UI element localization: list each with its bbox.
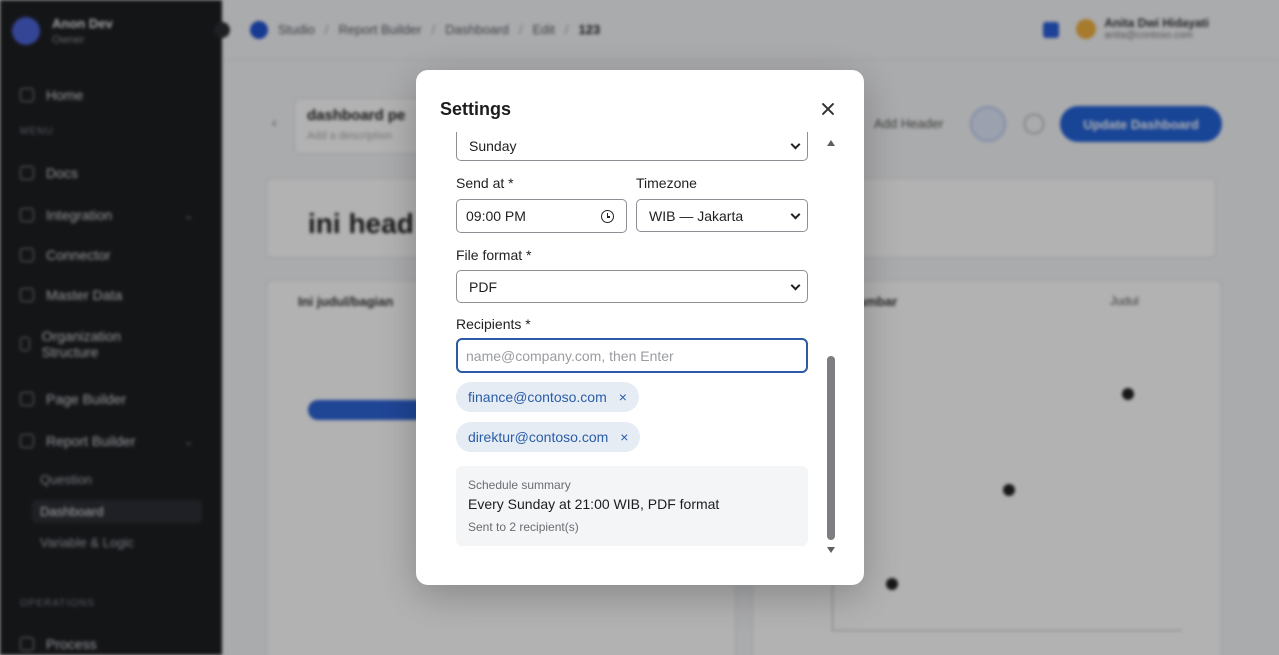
send-at-label: Send at * [456, 175, 514, 191]
remove-recipient-icon[interactable]: × [620, 429, 628, 445]
send-time-input[interactable]: 09:00 PM [456, 199, 627, 233]
file-format-label: File format * [456, 247, 532, 263]
scroll-up-icon[interactable] [827, 140, 835, 146]
file-format-select[interactable]: PDF [456, 270, 808, 303]
clock-icon[interactable] [601, 210, 614, 223]
recipient-chip-email: finance@contoso.com [468, 389, 607, 405]
chevron-down-icon [790, 209, 801, 220]
modal-title: Settings [440, 99, 512, 119]
schedule-summary-recipients: Sent to 2 recipient(s) [468, 520, 579, 534]
send-time-value: 09:00 PM [466, 208, 526, 224]
scrollbar-thumb[interactable] [827, 356, 835, 540]
scroll-down-icon[interactable] [827, 547, 835, 553]
timezone-select[interactable]: WIB — Jakarta [636, 199, 808, 232]
file-format-value: PDF [469, 278, 497, 295]
chevron-down-icon [790, 139, 801, 150]
remove-recipient-icon[interactable]: × [619, 389, 627, 405]
timezone-value: WIB — Jakarta [649, 207, 744, 224]
recipients-label: Recipients * [456, 316, 531, 332]
chevron-down-icon [790, 280, 801, 291]
day-select[interactable]: Sunday [456, 132, 808, 161]
modal-scrollbar[interactable] [824, 136, 838, 556]
recipient-chip: finance@contoso.com × [456, 382, 639, 412]
recipient-chip: direktur@contoso.com × [456, 422, 641, 452]
modal-body: Sunday Send at * 09:00 PM Timezone WIB —… [416, 132, 840, 560]
schedule-summary-label: Schedule summary [468, 478, 571, 492]
schedule-summary-text: Every Sunday at 21:00 WIB, PDF format [468, 496, 720, 512]
settings-modal: Settings Sunday Send at * 09:00 PM Timez… [416, 70, 864, 585]
close-icon[interactable] [818, 99, 838, 119]
recipient-email-input[interactable]: name@company.com, then Enter [456, 338, 808, 373]
recipient-chip-email: direktur@contoso.com [468, 429, 609, 445]
timezone-label: Timezone [636, 175, 697, 191]
day-select-value: Sunday [469, 138, 517, 154]
schedule-summary: Schedule summary Every Sunday at 21:00 W… [456, 466, 808, 546]
recipient-email-placeholder: name@company.com, then Enter [466, 347, 674, 364]
